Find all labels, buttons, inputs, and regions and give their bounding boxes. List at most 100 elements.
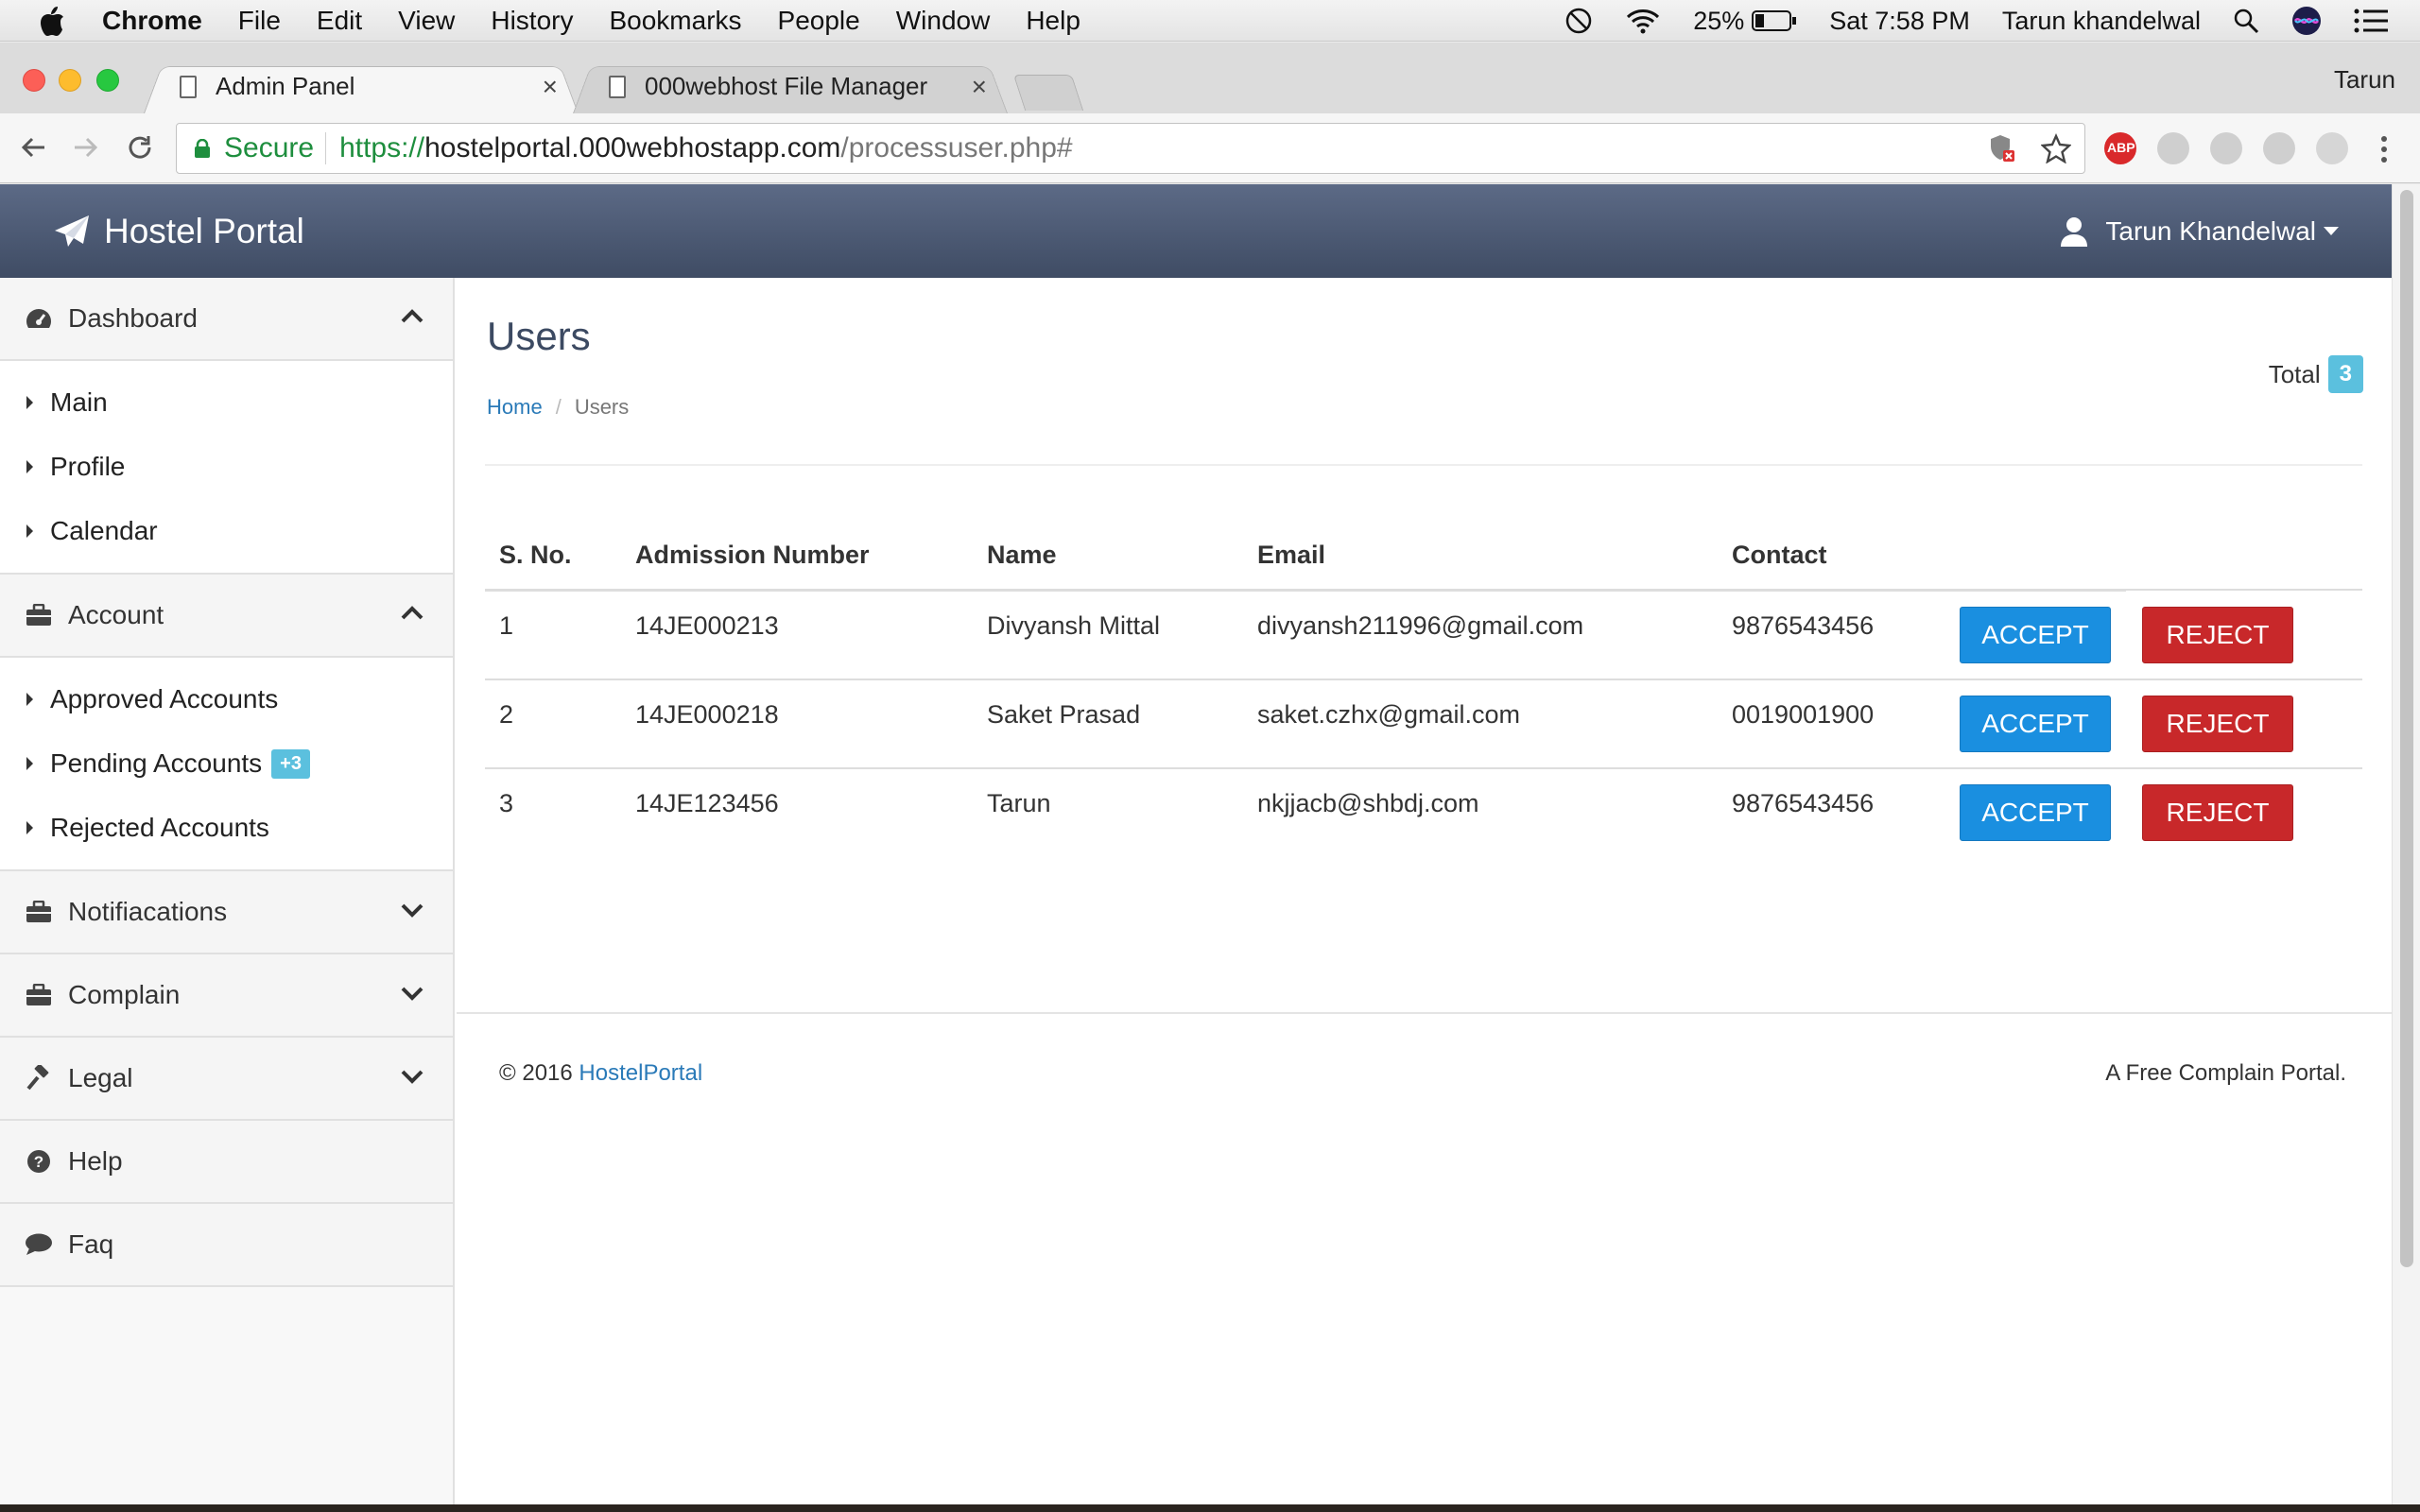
extension-icon[interactable] [2316, 132, 2348, 164]
notification-center-icon[interactable] [2354, 9, 2388, 33]
sidebar-item-label: Pending Accounts [50, 748, 263, 778]
user-dropdown[interactable]: Tarun Khandelwal [2060, 184, 2339, 278]
page-scrollbar[interactable] [2392, 184, 2420, 1507]
address-bar[interactable]: Secure https:// hostelportal.000webhosta… [176, 123, 2085, 174]
caret-right-icon [26, 693, 33, 706]
sidebar-item-label: Approved Accounts [50, 684, 279, 713]
sidebar-item-calendar[interactable]: Calendar [0, 499, 453, 563]
menu-bookmarks[interactable]: Bookmarks [609, 6, 741, 36]
chevron-down-icon [401, 1070, 424, 1084]
briefcase-icon [25, 984, 53, 1006]
chevron-up-icon [401, 309, 424, 323]
sidebar-section-dashboard[interactable]: Dashboard [0, 278, 453, 361]
wifi-icon[interactable] [1625, 7, 1661, 35]
menu-chrome[interactable]: Chrome [102, 6, 202, 36]
close-tab-icon[interactable]: × [543, 72, 558, 102]
cell-admission-number: 14JE000213 [635, 611, 779, 640]
sidebar-item-main[interactable]: Main [0, 370, 453, 435]
brand-link[interactable]: Hostel Portal [53, 212, 304, 251]
reload-button[interactable] [121, 129, 159, 166]
back-button[interactable] [15, 129, 53, 166]
sidebar-section-label: Help [68, 1146, 123, 1176]
close-tab-icon[interactable]: × [972, 72, 987, 102]
bookmark-star-icon[interactable] [2041, 133, 2071, 163]
url-path: /processuser.php# [840, 132, 1073, 163]
profile-button[interactable]: Tarun [2334, 65, 2395, 94]
menu-window[interactable]: Window [896, 6, 991, 36]
sidebar-item-pending-accounts[interactable]: Pending Accounts +3 [0, 731, 453, 796]
arrow-left-icon [21, 137, 44, 158]
apple-logo-icon[interactable] [38, 5, 66, 37]
sidebar-section-legal[interactable]: Legal [0, 1038, 453, 1121]
tab-admin-panel[interactable]: Admin Panel × [144, 60, 579, 113]
cell-admission-number: 14JE000218 [635, 700, 779, 729]
menu-file[interactable]: File [238, 6, 281, 36]
spotlight-search-icon[interactable] [2233, 8, 2259, 34]
row-divider [485, 679, 2362, 680]
desktop-edge [0, 1504, 2420, 1512]
sidebar-section-notifications[interactable]: Notifiacations [0, 871, 453, 954]
total-label: Total [2268, 359, 2321, 388]
window-zoom-button[interactable] [96, 69, 119, 92]
reject-button[interactable]: REJECT [2142, 784, 2293, 841]
accept-button[interactable]: ACCEPT [1960, 696, 2111, 752]
sidebar-item-label: Profile [50, 452, 126, 481]
column-header-name: Name [987, 541, 1057, 569]
page-icon [609, 75, 626, 98]
sidebar-section-account[interactable]: Account [0, 575, 453, 658]
reject-button[interactable]: REJECT [2142, 696, 2293, 752]
cell-name: Divyansh Mittal [987, 611, 1161, 640]
globe-extension-icon[interactable] [2263, 132, 2295, 164]
omnibox-divider [325, 132, 327, 164]
battery-icon[interactable] [1752, 9, 1797, 32]
lock-icon[interactable] [194, 139, 211, 158]
menubar-clock[interactable]: Sat 7:58 PM [1829, 7, 1970, 36]
page-icon [180, 75, 197, 98]
page-viewport: Hostel Portal Tarun Khandelwal Dashboard… [0, 184, 2420, 1507]
accept-button[interactable]: ACCEPT [1960, 607, 2111, 663]
footer-hostelportal-link[interactable]: HostelPortal [579, 1060, 702, 1086]
forward-button[interactable] [66, 129, 104, 166]
scrollbar-thumb[interactable] [2400, 190, 2413, 1267]
menu-history[interactable]: History [491, 6, 573, 36]
new-tab-button[interactable] [1012, 75, 1084, 111]
menu-people[interactable]: People [778, 6, 860, 36]
sidebar-section-label: Faq [68, 1229, 114, 1259]
reject-button[interactable]: REJECT [2142, 607, 2293, 663]
cell-name: Saket Prasad [987, 700, 1141, 729]
caret-right-icon [26, 757, 33, 770]
chrome-menu-icon[interactable] [2377, 134, 2392, 164]
cell-contact: 0019001900 [1732, 700, 1875, 729]
pending-count-badge: +3 [271, 748, 310, 779]
window-minimize-button[interactable] [59, 69, 81, 92]
sidebar-section-complain[interactable]: Complain [0, 954, 453, 1038]
menu-edit[interactable]: Edit [317, 6, 362, 36]
siri-icon[interactable] [2291, 6, 2322, 36]
sidebar-section-help[interactable]: ? Help [0, 1121, 453, 1204]
column-header-admission-number: Admission Number [635, 541, 870, 569]
extension-icon[interactable] [2210, 132, 2242, 164]
window-close-button[interactable] [23, 69, 45, 92]
sidebar-item-rejected-accounts[interactable]: Rejected Accounts [0, 796, 453, 860]
sidebar-item-approved-accounts[interactable]: Approved Accounts [0, 667, 453, 731]
menubar-user[interactable]: Tarun khandelwal [2002, 7, 2201, 36]
sidebar-item-label: Main [50, 387, 108, 417]
reload-icon [129, 136, 151, 159]
column-header-sno: S. No. [499, 541, 572, 569]
blocked-content-icon[interactable] [1988, 133, 2016, 163]
url-host: hostelportal.000webhostapp.com [424, 132, 841, 163]
tab-file-manager[interactable]: 000webhost File Manager × [573, 60, 1008, 113]
brand-name: Hostel Portal [104, 211, 304, 250]
skype-extension-icon[interactable] [2157, 132, 2189, 164]
sidebar: Dashboard Main Profile Calendar Account … [0, 278, 455, 1507]
do-not-disturb-icon[interactable] [1564, 7, 1593, 35]
breadcrumb-current: Users [574, 395, 630, 419]
breadcrumb-home-link[interactable]: Home [487, 395, 543, 420]
accept-button[interactable]: ACCEPT [1960, 784, 2111, 841]
secure-label[interactable]: Secure [224, 132, 314, 164]
menu-help[interactable]: Help [1026, 6, 1080, 36]
menu-view[interactable]: View [398, 6, 455, 36]
adblock-plus-icon[interactable]: ABP [2104, 132, 2136, 164]
sidebar-section-faq[interactable]: Faq [0, 1204, 453, 1287]
sidebar-item-profile[interactable]: Profile [0, 435, 453, 499]
